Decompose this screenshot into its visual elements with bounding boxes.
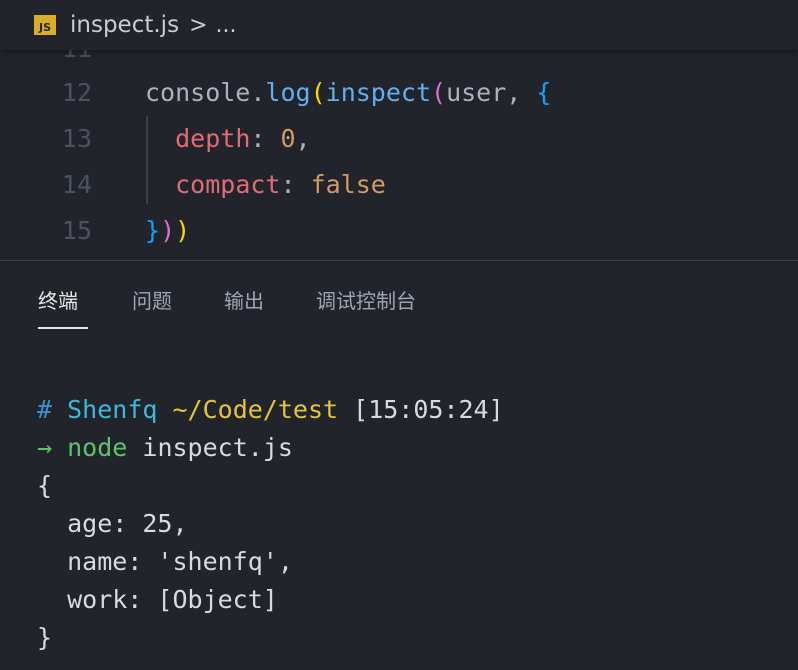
code-line: 11 — [0, 48, 798, 72]
line-number: 11 — [61, 48, 92, 63]
code-token: ) — [175, 216, 191, 245]
prompt-path: ~/Code/test — [172, 395, 339, 424]
code-token: compact — [175, 170, 281, 199]
panel-tabs: 终端 问题 输出 调试控制台 — [0, 261, 798, 331]
terminal[interactable]: # Shenfq ~/Code/test [15:05:24] → node i… — [0, 331, 798, 670]
code-token: { — [536, 78, 552, 107]
code-text: })) — [145, 208, 190, 254]
tab-problems[interactable]: 问题 — [132, 285, 172, 314]
arrow-right-icon: → — [37, 433, 53, 462]
terminal-output-line: age: 25, — [37, 509, 188, 538]
line-number: 15 — [61, 216, 92, 245]
terminal-output-line: { — [37, 471, 53, 500]
code-token: false — [310, 170, 386, 199]
line-number: 12 — [61, 78, 92, 107]
code-token: user, — [446, 78, 537, 107]
prompt-hash: # — [37, 395, 53, 424]
code-token: ( — [431, 78, 447, 107]
breadcrumb: JS inspect.js > ... — [0, 0, 798, 50]
prompt-time: [15:05:24] — [353, 395, 504, 424]
terminal-output-line: name: 'shenfq', — [37, 547, 293, 576]
code-line: 15})) — [0, 208, 798, 254]
breadcrumb-file[interactable]: inspect.js — [70, 12, 179, 38]
code-text: depth: 0, — [145, 116, 311, 162]
terminal-output-line: } — [37, 623, 53, 652]
code-line: 14 compact: false — [0, 162, 798, 208]
terminal-output-line: work: [Object] — [37, 585, 278, 614]
tab-debug-console[interactable]: 调试控制台 — [316, 285, 416, 314]
code-token: log — [265, 78, 311, 107]
code-token: inspect — [325, 78, 431, 107]
tab-output[interactable]: 输出 — [224, 285, 264, 314]
line-number: 14 — [61, 170, 92, 199]
code-token: : — [250, 124, 281, 153]
code-text: console.log(inspect(user, { — [145, 70, 551, 116]
code-token: depth — [175, 124, 251, 153]
active-tab-indicator — [38, 327, 88, 329]
code-editor[interactable]: 11 12 console.log(inspect(user, {13 depth… — [0, 48, 798, 260]
terminal-argument: inspect.js — [142, 433, 293, 462]
prompt-user: Shenfq — [67, 395, 158, 424]
terminal-prompt-line: # Shenfq ~/Code/test [15:05:24] — [37, 391, 504, 429]
code-token: } — [145, 216, 161, 245]
code-token: , — [295, 124, 311, 153]
code-line: 13 depth: 0, — [0, 116, 798, 162]
breadcrumb-more[interactable]: ... — [216, 13, 237, 38]
terminal-command-line: → node inspect.js — [37, 429, 293, 467]
code-token: ( — [310, 78, 326, 107]
code-text: compact: false — [145, 162, 386, 208]
tab-terminal[interactable]: 终端 — [38, 285, 78, 314]
line-number: 13 — [61, 124, 92, 153]
code-line: 12 console.log(inspect(user, { — [0, 70, 798, 116]
chevron-right-icon: > — [189, 12, 208, 38]
terminal-command: node — [67, 433, 128, 462]
javascript-file-icon: JS — [34, 15, 56, 35]
code-token: console. — [145, 78, 266, 107]
code-token: : — [280, 170, 311, 199]
code-token: 0 — [280, 124, 296, 153]
code-token: ) — [160, 216, 176, 245]
